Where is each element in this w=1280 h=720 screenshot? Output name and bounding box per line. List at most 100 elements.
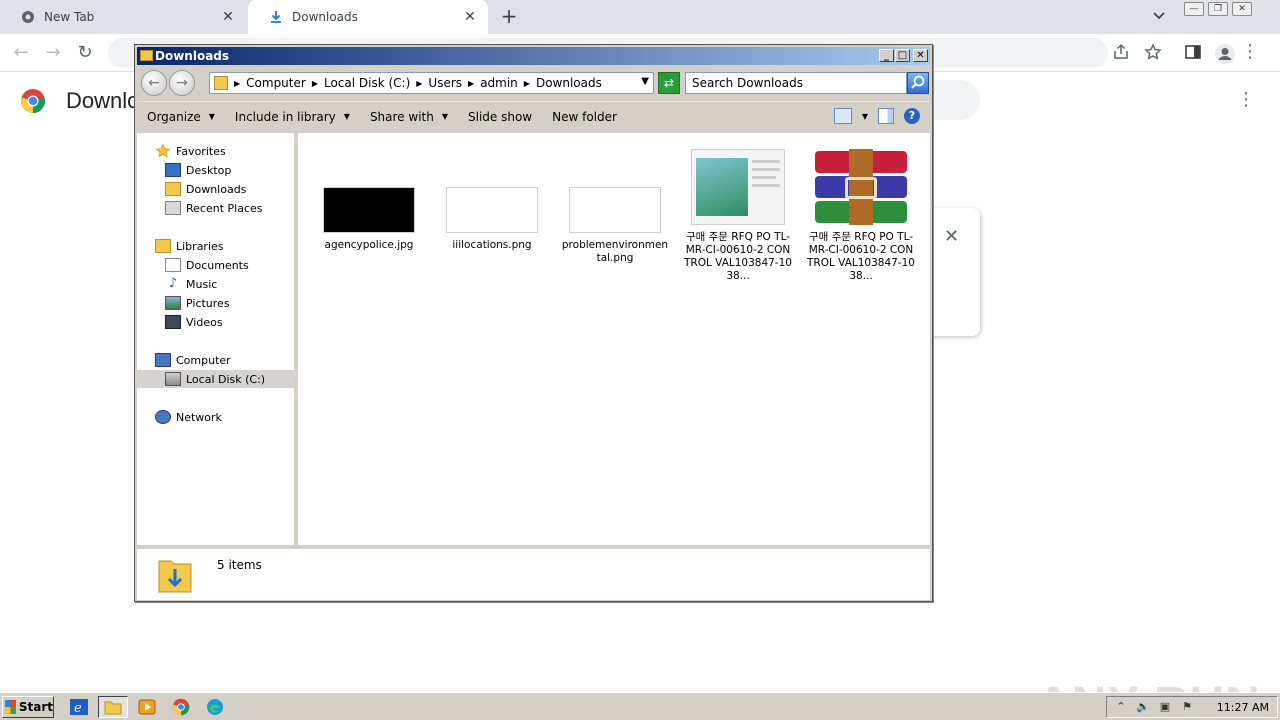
nav-documents[interactable]: Documents bbox=[165, 256, 249, 274]
reload-icon[interactable]: ↻ bbox=[74, 42, 96, 64]
slide-show-button[interactable]: Slide show bbox=[458, 110, 542, 124]
nav-recent-places[interactable]: Recent Places bbox=[165, 199, 263, 217]
kebab-menu-icon[interactable]: ⋮ bbox=[1240, 43, 1260, 63]
new-tab-button[interactable]: + bbox=[498, 5, 520, 27]
windows-logo-icon bbox=[5, 700, 16, 714]
chrome-tab-strip: New Tab ✕ Downloads ✕ + — ❐ ✕ bbox=[0, 0, 1280, 34]
nav-libraries[interactable]: Libraries bbox=[155, 237, 224, 255]
desktop-icon bbox=[165, 163, 181, 177]
tab-new-tab[interactable]: New Tab ✕ bbox=[0, 0, 246, 34]
file-name: 구매 주문 RFQ PO TL-MR-CI-00610-2 CONTROL VA… bbox=[807, 231, 915, 282]
videos-icon bbox=[165, 315, 181, 329]
chevron-down-icon[interactable]: ▼ bbox=[641, 76, 649, 87]
nav-videos[interactable]: Videos bbox=[165, 313, 223, 331]
file-name: problemenvironmen tal.png bbox=[561, 239, 669, 264]
chrome-logo-icon bbox=[20, 88, 46, 114]
file-item[interactable]: 구매 주문 RFQ PO TL-MR-CI-00610-2 CONTROL VA… bbox=[806, 149, 916, 283]
close-icon[interactable]: ✕ bbox=[1232, 2, 1252, 16]
show-hidden-icons[interactable]: ⌃ bbox=[1113, 700, 1129, 714]
edge-icon[interactable] bbox=[200, 696, 230, 718]
forward-icon[interactable]: → bbox=[42, 42, 64, 64]
volume-icon[interactable]: 🔈 bbox=[1135, 700, 1151, 714]
command-bar: Organize ▼ Include in library ▼ Share with… bbox=[137, 101, 930, 131]
breadcrumb-local-disk[interactable]: Local Disk (C:) bbox=[324, 76, 410, 90]
internet-explorer-icon[interactable]: e bbox=[64, 696, 94, 718]
change-view-icon[interactable] bbox=[833, 108, 852, 124]
breadcrumb-computer[interactable]: Computer bbox=[246, 76, 306, 90]
caret-down-icon: ▼ bbox=[441, 112, 448, 121]
breadcrumb-users[interactable]: Users bbox=[428, 76, 462, 90]
close-tab-icon[interactable]: ✕ bbox=[462, 9, 478, 25]
nav-downloads[interactable]: Downloads bbox=[165, 180, 246, 198]
file-explorer-icon[interactable] bbox=[98, 696, 128, 718]
window-titlebar[interactable]: Downloads _ □ ✕ bbox=[137, 47, 930, 65]
preview-pane-icon[interactable] bbox=[878, 108, 894, 124]
media-player-icon[interactable] bbox=[132, 696, 162, 718]
address-bar[interactable]: ▶ Computer ▶ Local Disk (C:) ▶ Users ▶ a… bbox=[209, 72, 654, 94]
remove-download-icon[interactable]: ✕ bbox=[944, 226, 959, 247]
help-icon[interactable]: ? bbox=[904, 108, 920, 124]
winrar-archive-icon bbox=[815, 149, 907, 225]
chrome-window-controls: — ❐ ✕ bbox=[1184, 2, 1252, 16]
command-label: Slide show bbox=[468, 109, 533, 124]
file-item[interactable]: 구매 주문 RFQ PO TL-MR-CI-00610-2 CONTROL VA… bbox=[683, 149, 793, 283]
tab-label: Downloads bbox=[292, 10, 358, 24]
close-button[interactable]: ✕ bbox=[913, 49, 928, 62]
search-input[interactable]: Search Downloads bbox=[685, 72, 907, 94]
profile-avatar-icon[interactable] bbox=[1214, 43, 1235, 64]
nav-network[interactable]: Network bbox=[155, 408, 222, 426]
tab-label: New Tab bbox=[44, 10, 95, 24]
file-item[interactable]: iiilocations.png bbox=[437, 187, 547, 252]
organize-menu[interactable]: Organize ▼ bbox=[137, 110, 225, 124]
side-panel-icon[interactable] bbox=[1184, 43, 1204, 63]
maximize-button[interactable]: □ bbox=[895, 49, 910, 62]
caret-down-icon[interactable]: ▼ bbox=[862, 112, 868, 121]
new-folder-button[interactable]: New folder bbox=[542, 110, 627, 124]
start-button[interactable]: Start bbox=[2, 696, 54, 718]
svg-text:e: e bbox=[74, 701, 82, 716]
close-tab-icon[interactable]: ✕ bbox=[220, 9, 236, 25]
nav-label: Local Disk (C:) bbox=[186, 372, 266, 386]
folder-icon bbox=[214, 76, 228, 90]
image-thumbnail-icon bbox=[323, 187, 415, 233]
network-status-icon[interactable]: ▣ bbox=[1157, 700, 1173, 714]
bookmark-star-icon[interactable] bbox=[1144, 43, 1164, 63]
nav-music[interactable]: ♪ Music bbox=[165, 275, 217, 293]
share-icon[interactable] bbox=[1112, 43, 1132, 63]
file-name: iiilocations.png bbox=[452, 239, 532, 251]
action-center-flag-icon[interactable]: ⚑ bbox=[1179, 700, 1195, 714]
tab-downloads[interactable]: Downloads ✕ bbox=[248, 0, 488, 34]
chrome-icon[interactable] bbox=[166, 696, 196, 718]
minimize-button[interactable]: _ bbox=[879, 49, 894, 62]
chevron-right-icon: ▶ bbox=[234, 78, 241, 88]
chevron-down-icon[interactable] bbox=[1152, 8, 1170, 26]
minimize-icon[interactable]: — bbox=[1184, 2, 1204, 16]
search-icon[interactable] bbox=[907, 72, 929, 94]
nav-pictures[interactable]: Pictures bbox=[165, 294, 230, 312]
computer-icon bbox=[155, 353, 171, 367]
details-pane: 5 items bbox=[137, 548, 930, 600]
nav-favorites[interactable]: Favorites bbox=[155, 142, 226, 160]
breadcrumb-downloads[interactable]: Downloads bbox=[536, 76, 602, 90]
nav-local-disk[interactable]: Local Disk (C:) bbox=[137, 370, 294, 388]
window-controls: _ □ ✕ bbox=[879, 49, 928, 62]
star-icon bbox=[155, 143, 171, 158]
image-thumbnail-icon bbox=[569, 187, 661, 233]
back-icon[interactable]: ← bbox=[10, 42, 32, 64]
refresh-icon[interactable]: ⇄ bbox=[658, 72, 680, 94]
include-in-library-menu[interactable]: Include in library ▼ bbox=[225, 110, 360, 124]
nav-desktop[interactable]: Desktop bbox=[165, 161, 231, 179]
breadcrumb-admin[interactable]: admin bbox=[480, 76, 518, 90]
file-item[interactable]: problemenvironmen tal.png bbox=[560, 187, 670, 265]
nav-label: Videos bbox=[186, 315, 223, 329]
restore-icon[interactable]: ❐ bbox=[1208, 2, 1228, 16]
share-with-menu[interactable]: Share with ▼ bbox=[360, 110, 458, 124]
nav-label: Recent Places bbox=[186, 201, 263, 215]
clock[interactable]: 11:27 AM bbox=[1217, 701, 1269, 714]
back-button[interactable]: ← bbox=[141, 70, 167, 96]
forward-button[interactable]: → bbox=[169, 70, 195, 96]
nav-computer[interactable]: Computer bbox=[155, 351, 231, 369]
more-options-icon[interactable]: ⋮ bbox=[1236, 90, 1256, 110]
file-item[interactable]: agencypolice.jpg bbox=[314, 187, 424, 252]
document-preview-icon bbox=[691, 149, 785, 225]
